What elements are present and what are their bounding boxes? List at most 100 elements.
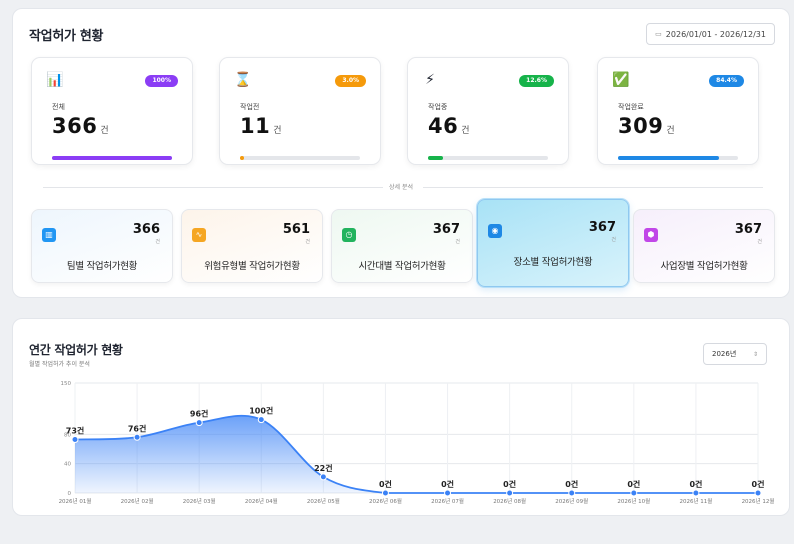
category-count: 366 — [132, 222, 160, 237]
stat-unit: 건 — [100, 126, 110, 136]
data-point — [506, 489, 514, 497]
page-title: 작업허가 현황 — [29, 29, 104, 44]
progress-track — [428, 156, 548, 160]
x-tick-label: 2026년 04월 — [245, 497, 278, 505]
lightning-icon: ⚡ — [425, 72, 435, 88]
data-label: 0건 — [627, 479, 640, 489]
category-card[interactable]: ∿ 561 건 위험유형별 작업허가현황 — [181, 209, 323, 283]
stat-value: 11 건 — [240, 114, 282, 138]
category-card[interactable]: ▥ 366 건팀별 작업허가현황 — [31, 209, 173, 283]
progress-track — [618, 156, 738, 160]
bar-chart-icon: 📊 — [46, 72, 64, 88]
category-unit: 건 — [757, 239, 762, 245]
category-card[interactable]: ◷ 367 건 시간대별 작업허가현황 — [331, 209, 473, 283]
percent-badge: 3.0% — [335, 75, 366, 87]
divider-left — [43, 187, 383, 188]
divider-right — [423, 187, 763, 188]
year-select[interactable]: 2026년 ⇕ — [703, 343, 767, 365]
x-tick-label: 2026년 12월 — [742, 497, 775, 505]
pulse-icon: ∿ — [192, 228, 206, 242]
chevron-updown-icon: ⇕ — [752, 350, 758, 358]
x-tick-label: 2026년 03월 — [183, 497, 216, 505]
annual-chart-panel: 연간 작업허가 현황 월별 작업허가 추이 분석 2026년 ⇕ 0 40 80 15… — [12, 318, 790, 516]
data-label: 76건 — [128, 423, 147, 433]
stat-unit: 건 — [273, 126, 283, 136]
chart-icon: ▥ — [42, 228, 56, 242]
x-tick-label: 2026년 09월 — [555, 497, 588, 505]
data-point — [692, 489, 700, 497]
category-label: 사업장별 작업허가현황 — [660, 261, 748, 272]
x-tick-label: 2026년 05월 — [307, 497, 340, 505]
y-tick-label: 40 — [64, 462, 71, 468]
x-tick-label: 2026년 08월 — [493, 497, 526, 505]
progress-fill — [52, 156, 172, 160]
data-label: 73건 — [66, 425, 85, 435]
category-card[interactable]: ⬢ 367 건사업장별 작업허가현황 — [633, 209, 775, 283]
data-label: 0건 — [379, 479, 392, 489]
category-label: 팀별 작업허가현황 — [66, 261, 138, 272]
date-range-picker[interactable]: ▭ 2026/01/01 - 2026/12/31 — [646, 23, 775, 45]
category-label: 시간대별 작업허가현황 — [358, 261, 446, 272]
x-tick-label: 2026년 11월 — [679, 497, 712, 505]
stat-card[interactable]: 📊 100% 전체 366 건 — [31, 57, 193, 165]
x-tick-label: 2026년 06월 — [369, 497, 402, 505]
stat-unit: 건 — [666, 126, 676, 136]
category-count: 367 — [588, 220, 616, 235]
progress-track — [240, 156, 360, 160]
data-point — [444, 489, 452, 497]
work-permit-status-panel: 작업허가 현황 ▭ 2026/01/01 - 2026/12/31 📊 100% 전… — [12, 8, 790, 298]
progress-fill — [240, 156, 244, 160]
category-unit: 건 — [611, 237, 616, 243]
category-count: 367 — [432, 222, 460, 237]
data-label: 22건 — [314, 463, 333, 473]
stat-unit: 건 — [461, 126, 471, 136]
monthly-area-chart: 0408015073건2026년 01월76건2026년 02월96건2026년… — [59, 381, 775, 505]
x-tick-label: 2026년 02월 — [121, 497, 154, 505]
data-label: 0건 — [565, 479, 578, 489]
x-tick-label: 2026년 01월 — [59, 497, 92, 505]
data-point — [319, 473, 327, 481]
category-count: 367 — [734, 222, 762, 237]
detail-analysis-label: 상세 분석 — [389, 184, 413, 191]
data-point — [133, 433, 141, 441]
hourglass-icon: ⌛ — [234, 72, 252, 88]
stat-label: 작업중 — [428, 103, 448, 111]
stat-number: 309 — [618, 114, 664, 138]
hexagon-icon: ⬢ — [644, 228, 658, 242]
y-tick-label: 150 — [61, 381, 72, 387]
data-label: 100건 — [249, 406, 273, 416]
data-point — [630, 489, 638, 497]
location-pin-icon: ◉ — [488, 224, 502, 238]
stat-card[interactable]: ⚡ 12.6% 작업중 46 건 — [407, 57, 569, 165]
stat-card[interactable]: ⌛ 3.0% 작업전 11 건 — [219, 57, 381, 165]
percent-badge: 84.4% — [709, 75, 744, 87]
data-point — [754, 489, 762, 497]
progress-fill — [428, 156, 444, 160]
category-unit: 건 — [305, 239, 310, 245]
y-tick-label: 0 — [68, 491, 72, 497]
check-box-icon: ✅ — [612, 72, 630, 88]
category-card[interactable]: ◉ 367 건장소별 작업허가현황 — [477, 199, 629, 287]
data-point — [568, 489, 576, 497]
year-select-value: 2026년 — [712, 350, 737, 358]
date-range-text: 2026/01/01 - 2026/12/31 — [665, 29, 766, 39]
stat-label: 전체 — [52, 103, 65, 111]
stat-card[interactable]: ✅ 84.4% 작업완료 309 건 — [597, 57, 759, 165]
stat-number: 366 — [52, 114, 98, 138]
chart-subtitle: 월별 작업허가 추이 분석 — [29, 361, 90, 368]
progress-fill — [618, 156, 720, 160]
chart-title: 연간 작업허가 현황 — [29, 343, 123, 357]
stat-value: 309 건 — [618, 114, 675, 138]
stat-number: 46 — [428, 114, 459, 138]
category-unit: 건 — [455, 239, 460, 245]
stat-label: 작업완료 — [618, 103, 644, 111]
category-label: 위험유형별 작업허가현황 — [204, 261, 300, 272]
category-unit: 건 — [155, 239, 160, 245]
calendar-icon: ▭ — [655, 30, 662, 38]
data-point — [257, 416, 265, 424]
data-label: 96건 — [190, 409, 209, 419]
stat-value: 366 건 — [52, 114, 109, 138]
category-label: 장소별 작업허가현황 — [513, 257, 593, 268]
data-point — [71, 435, 79, 443]
data-point — [195, 419, 203, 427]
